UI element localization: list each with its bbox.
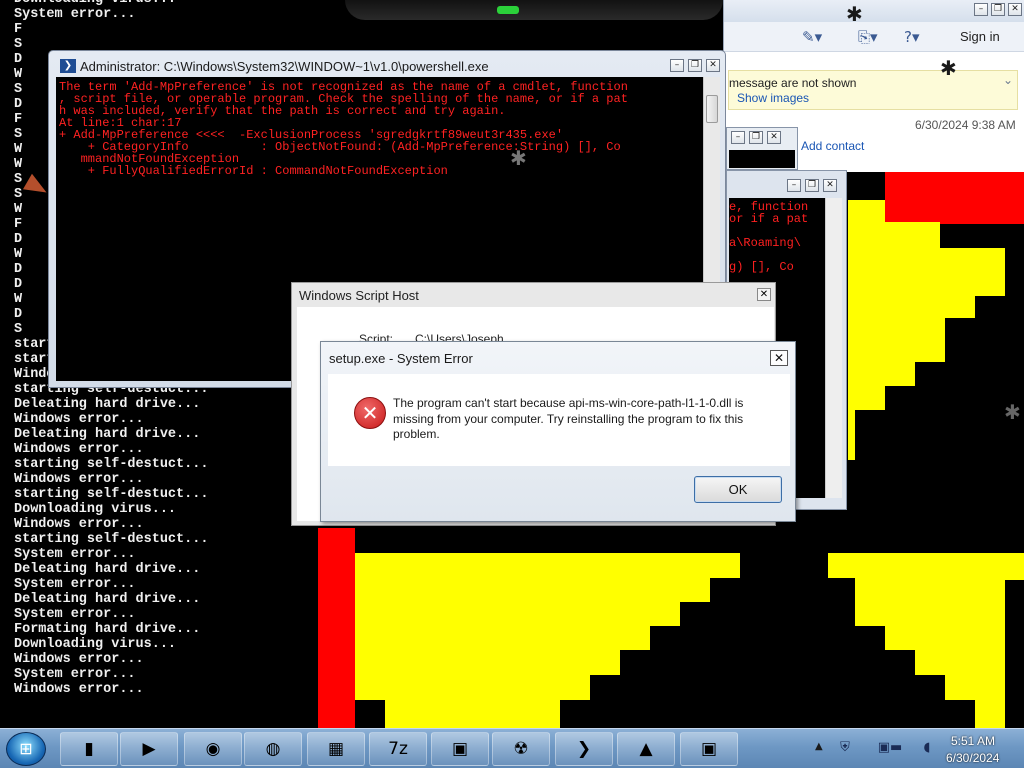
close-button[interactable]: ✕ bbox=[706, 59, 720, 72]
taskbar-button-image-viewer-app[interactable]: ▦ bbox=[307, 732, 365, 766]
7zip-app-icon: 7z bbox=[388, 739, 408, 759]
signin-button[interactable]: Sign in bbox=[960, 29, 1000, 44]
powershell-icon: ❯ bbox=[60, 59, 76, 73]
start-button[interactable]: ⊞ bbox=[6, 732, 46, 766]
close-button[interactable]: ✕ bbox=[1008, 3, 1022, 16]
taskbar-button-window-app-1[interactable]: ▣ bbox=[431, 732, 489, 766]
security-tray-icon[interactable]: ⛨ bbox=[836, 740, 854, 756]
maximize-button[interactable]: ❐ bbox=[805, 179, 819, 192]
window-app-1-icon: ▣ bbox=[451, 739, 469, 759]
taskbar-button-powershell-app[interactable]: ❯ bbox=[555, 732, 613, 766]
shapes-app-icon: ▲ bbox=[639, 739, 653, 759]
taskbar-button-firefox-app[interactable]: ◍ bbox=[244, 732, 302, 766]
error-icon: ✕ bbox=[354, 397, 386, 429]
green-indicator bbox=[497, 6, 519, 14]
close-button[interactable]: ✕ bbox=[767, 131, 781, 144]
copy-icon[interactable]: ⎘▾ bbox=[858, 28, 878, 46]
taskbar-button-media-player-app[interactable]: ▶ bbox=[120, 732, 178, 766]
scroll-thumb[interactable] bbox=[706, 95, 718, 123]
taskbar-button-radiation-app[interactable]: ☢ bbox=[492, 732, 550, 766]
error-message: The program can't start because api-ms-w… bbox=[393, 396, 744, 441]
minimize-button[interactable]: – bbox=[670, 59, 684, 72]
image-viewer-app-icon: ▦ bbox=[327, 739, 345, 759]
fly-icon: ✱ bbox=[1004, 400, 1021, 424]
maximize-button[interactable]: ❐ bbox=[688, 59, 702, 72]
volume-tray-icon[interactable]: ◖ bbox=[918, 740, 936, 756]
scrollbar[interactable] bbox=[825, 198, 842, 498]
images-blocked-infobar: message are not shown Show images ⌄ bbox=[728, 70, 1018, 110]
pixel-block bbox=[885, 172, 1024, 224]
pixel-block bbox=[848, 178, 885, 200]
powershell-app-icon: ❯ bbox=[576, 739, 592, 759]
pixel-block bbox=[1005, 580, 1024, 728]
clock-date[interactable]: 6/30/2024 bbox=[946, 751, 999, 765]
dialog-body: ✕ The program can't start because api-ms… bbox=[328, 374, 790, 466]
close-button[interactable]: ✕ bbox=[757, 288, 771, 301]
email-date: 6/30/2024 9:38 AM bbox=[915, 118, 1016, 132]
pixel-block bbox=[318, 528, 355, 728]
pixel-block bbox=[848, 200, 1005, 460]
taskbar-button-window-app-2[interactable]: ▣ bbox=[680, 732, 738, 766]
console-area bbox=[729, 150, 795, 168]
background-window: – ❐ ✕ bbox=[726, 127, 798, 170]
fly-icon: ✱ bbox=[940, 56, 957, 80]
taskbar-button-7zip-app[interactable]: 7z bbox=[369, 732, 427, 766]
media-player-app-icon: ▶ bbox=[142, 739, 156, 759]
fly-icon: ✱ bbox=[510, 146, 527, 170]
terminal-app-icon: ▮ bbox=[84, 739, 94, 759]
top-dark-shape bbox=[345, 0, 723, 20]
minimize-button[interactable]: – bbox=[787, 179, 801, 192]
pixel-block bbox=[828, 553, 1024, 728]
close-button[interactable]: ✕ bbox=[770, 350, 788, 366]
network-tray-icon[interactable]: ▣▬ bbox=[868, 740, 912, 756]
show-hidden-icons-icon[interactable]: ▲ bbox=[815, 741, 823, 752]
pencil-icon[interactable]: ✎▾ bbox=[802, 28, 822, 46]
taskbar: ⊞ ▮ ▶ ◉ ◍ ▦ 7z ▣ ☢ ❯ ▲ ▣ ▲ ⛨ ▣▬ ◖ 5:51 AM 6/30/202… bbox=[0, 728, 1024, 768]
infobar-text: message are not shown bbox=[729, 76, 857, 90]
fly-icon: ✱ bbox=[846, 2, 863, 26]
powershell-output-line: g) [], Co bbox=[729, 260, 794, 274]
add-contact-link[interactable]: Add contact bbox=[801, 139, 864, 153]
help-icon[interactable]: ?▾ bbox=[904, 28, 920, 46]
taskbar-button-shapes-app[interactable]: ▲ bbox=[617, 732, 675, 766]
powershell-output-line: a\Roaming\ bbox=[729, 236, 802, 250]
globe-app-icon: ◉ bbox=[205, 739, 221, 759]
email-titlebar: – ❐ ✕ bbox=[724, 0, 1024, 22]
window-title: Windows Script Host bbox=[299, 288, 419, 303]
minimize-button[interactable]: – bbox=[731, 131, 745, 144]
email-toolbar: ✎▾ ⎘▾ ?▾ Sign in bbox=[724, 22, 1024, 52]
clock-time[interactable]: 5:51 AM bbox=[951, 734, 995, 748]
close-button[interactable]: ✕ bbox=[823, 179, 837, 192]
system-error-dialog: setup.exe - System Error ✕ ✕ The program… bbox=[320, 341, 796, 522]
maximize-button[interactable]: ❐ bbox=[991, 3, 1005, 16]
powershell-output-line: + FullyQualifiedErrorId : CommandNotFoun… bbox=[59, 164, 448, 178]
radiation-app-icon: ☢ bbox=[513, 739, 529, 759]
window-app-2-icon: ▣ bbox=[700, 739, 718, 759]
minimize-button[interactable]: – bbox=[974, 3, 988, 16]
pixel-block bbox=[355, 553, 740, 728]
ok-button[interactable]: OK bbox=[694, 476, 782, 503]
maximize-button[interactable]: ❐ bbox=[749, 131, 763, 144]
chevron-down-icon[interactable]: ⌄ bbox=[1003, 73, 1013, 87]
taskbar-button-terminal-app[interactable]: ▮ bbox=[60, 732, 118, 766]
window-title: Administrator: C:\Windows\System32\WINDO… bbox=[80, 59, 489, 74]
powershell-output-line: or if a pat bbox=[729, 212, 809, 226]
taskbar-button-globe-app[interactable]: ◉ bbox=[184, 732, 242, 766]
firefox-app-icon: ◍ bbox=[265, 739, 281, 759]
show-images-link[interactable]: Show images bbox=[737, 91, 809, 105]
dialog-title: setup.exe - System Error bbox=[329, 351, 473, 366]
